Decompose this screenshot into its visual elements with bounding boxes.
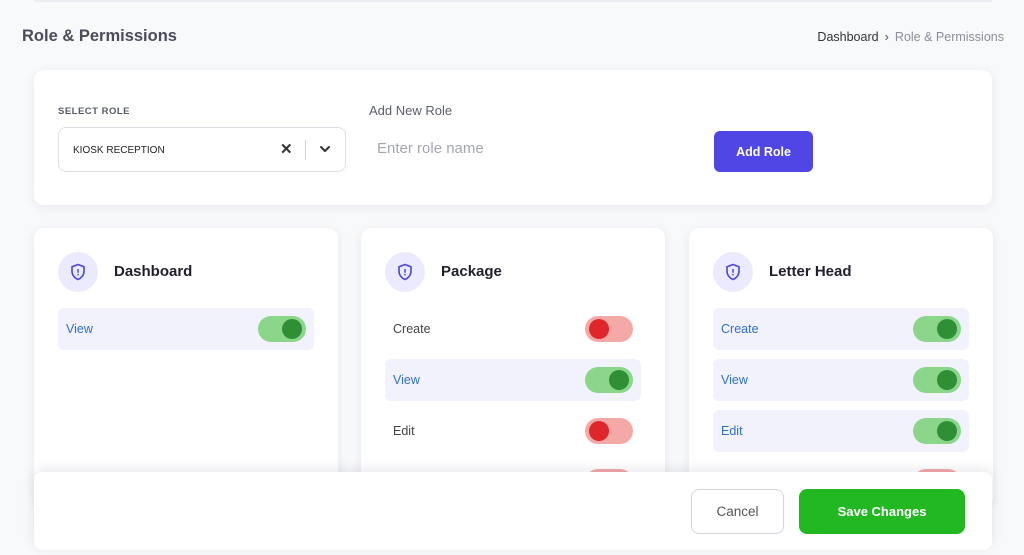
add-new-role-label: Add New Role — [369, 103, 453, 118]
permission-toggle[interactable] — [258, 316, 306, 342]
permission-card-letter-head: Letter Head Create View Edit — [689, 228, 993, 508]
permission-card-dashboard: Dashboard View — [34, 228, 338, 508]
page-title: Role & Permissions — [22, 27, 177, 45]
permission-toggle[interactable] — [913, 367, 961, 393]
role-name-input[interactable] — [377, 133, 647, 163]
close-icon[interactable]: ✕ — [280, 140, 293, 158]
toggle-knob — [937, 319, 957, 339]
action-footer: Cancel Save Changes — [34, 472, 992, 550]
permission-label: Create — [393, 322, 431, 336]
permission-row: Edit — [385, 410, 641, 452]
breadcrumb-separator-icon: › — [884, 29, 889, 44]
permission-card-package: Package Create View Edit — [361, 228, 665, 508]
permission-toggle[interactable] — [913, 316, 961, 342]
toggle-knob — [282, 319, 302, 339]
top-divider — [34, 0, 992, 2]
permission-row: View — [713, 359, 969, 401]
toggle-knob — [937, 370, 957, 390]
card-title: Dashboard — [114, 263, 193, 280]
select-divider — [305, 140, 306, 160]
permission-row: Edit — [713, 410, 969, 452]
card-title: Package — [441, 263, 502, 280]
breadcrumb: Dashboard › Role & Permissions — [817, 29, 1004, 44]
permission-row: View — [385, 359, 641, 401]
permission-toggle[interactable] — [585, 418, 633, 444]
role-selection-card: SELECT ROLE KIOSK RECEPTION ✕ Add New Ro… — [34, 70, 992, 205]
permission-label: Create — [721, 322, 759, 336]
toggle-knob — [589, 319, 609, 339]
permission-row: View — [58, 308, 314, 350]
permission-label: Edit — [721, 424, 743, 438]
permission-row: Create — [385, 308, 641, 350]
card-title: Letter Head — [769, 263, 852, 280]
selected-role-value: KIOSK RECEPTION — [73, 145, 165, 156]
toggle-knob — [937, 421, 957, 441]
toggle-knob — [589, 421, 609, 441]
select-role-label: SELECT ROLE — [58, 106, 131, 117]
breadcrumb-dashboard-link[interactable]: Dashboard — [817, 30, 878, 44]
save-changes-button[interactable]: Save Changes — [799, 489, 965, 534]
toggle-knob — [609, 370, 629, 390]
shield-icon — [385, 252, 425, 292]
breadcrumb-current: Role & Permissions — [894, 29, 1004, 44]
permission-label: Edit — [393, 424, 415, 438]
permission-label: View — [721, 373, 748, 387]
chevron-down-icon[interactable] — [317, 141, 333, 162]
permission-row: Create — [713, 308, 969, 350]
permission-label: View — [66, 322, 93, 336]
add-role-button[interactable]: Add Role — [714, 131, 813, 172]
permission-toggle[interactable] — [585, 316, 633, 342]
permission-label: View — [393, 373, 420, 387]
permission-toggle[interactable] — [913, 418, 961, 444]
shield-icon — [58, 252, 98, 292]
cancel-button[interactable]: Cancel — [691, 489, 784, 534]
permission-toggle[interactable] — [585, 367, 633, 393]
role-select[interactable]: KIOSK RECEPTION ✕ — [58, 127, 346, 172]
shield-icon — [713, 252, 753, 292]
